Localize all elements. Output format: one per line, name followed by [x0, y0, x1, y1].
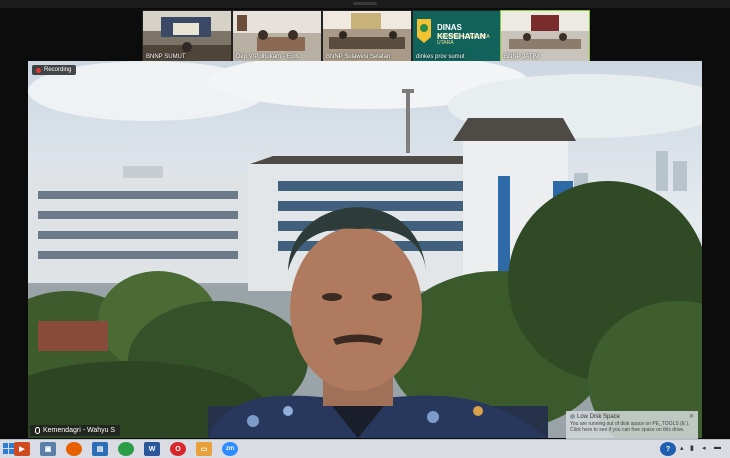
firefox-icon[interactable] [66, 442, 82, 456]
zoom-icon[interactable]: zm [222, 442, 238, 456]
recording-label: Recording [44, 67, 72, 73]
participant-thumbnail-active[interactable]: BNNP JATIM [500, 10, 590, 62]
participant-name: BNNP JATIM [504, 54, 540, 60]
volume-icon[interactable]: ◂ [702, 444, 706, 452]
banner-subtitle: PROVINSI SUMATERA UTARA [437, 34, 490, 46]
microphone-icon [35, 427, 40, 434]
drive-icon [570, 414, 575, 419]
participant-thumbnail[interactable]: DINAS KESEHATAN PROVINSI SUMATERA UTARA … [412, 10, 502, 62]
help-icon[interactable]: ? [660, 442, 676, 456]
participant-thumbnail[interactable]: BNNP Sulawesi Selatan [322, 10, 412, 62]
battery-icon[interactable]: ▬ [714, 444, 721, 451]
participant-thumbnail-strip: BNNP SUMUT Dep V/Polhukam - Eros BNNP Su… [142, 10, 590, 62]
participant-name: dinkes prov sumut [416, 54, 465, 60]
windows-explorer-icon[interactable]: ▣ [40, 442, 56, 456]
participant-name: BNNP Sulawesi Selatan [326, 54, 391, 60]
word-icon[interactable]: W [144, 442, 160, 456]
zoom-folder-icon[interactable]: ▤ [92, 442, 108, 456]
recording-dot-icon [36, 67, 41, 73]
tray-arrow-icon[interactable]: ▴ [680, 444, 684, 452]
chrome-icon[interactable] [118, 442, 134, 456]
participant-thumbnail[interactable]: BNNP SUMUT [142, 10, 232, 62]
speaker-name: Kemendagri - Wahyu S [43, 427, 116, 434]
window-top-bar [0, 0, 730, 8]
main-speaker-video: Recording Kemendagri - Wahyu S [28, 61, 702, 438]
speaker-name-tag: Kemendagri - Wahyu S [30, 425, 121, 436]
opera-icon[interactable]: O [170, 442, 186, 456]
low-disk-space-notification[interactable]: ✕ Low Disk Space You are running out of … [566, 411, 698, 439]
files-icon[interactable]: ▭ [196, 442, 212, 456]
window-drag-handle[interactable] [353, 2, 377, 5]
powerpoint-icon[interactable]: ▶ [14, 442, 30, 456]
recording-indicator: Recording [32, 65, 77, 75]
notification-title: Low Disk Space [577, 414, 621, 421]
participant-name: BNNP SUMUT [146, 54, 186, 60]
zoom-label: zm [225, 446, 235, 452]
virtual-background [28, 61, 702, 438]
network-icon[interactable]: ▮ [690, 444, 694, 452]
close-icon[interactable]: ✕ [689, 413, 694, 420]
participant-thumbnail[interactable]: Dep V/Polhukam - Eros [232, 10, 322, 62]
notification-line: Click here to see if you can free space … [570, 427, 685, 434]
windows-taskbar: ▶ ▣ ▤ W O ▭ zm ? ▴ ▮ ◂ ▬ [0, 439, 730, 458]
participant-name: Dep V/Polhukam - Eros [236, 54, 299, 60]
